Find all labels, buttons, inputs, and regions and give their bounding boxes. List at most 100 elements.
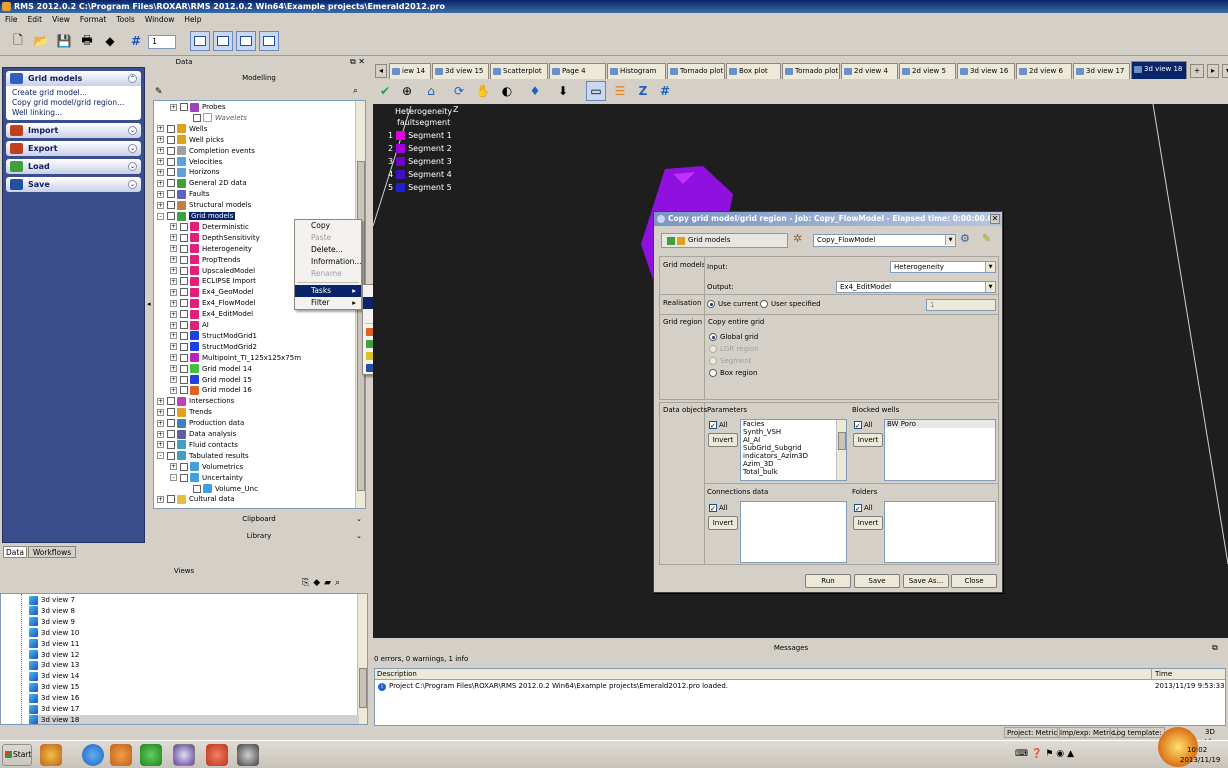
expand-icon[interactable]: + xyxy=(157,136,164,144)
expand-icon[interactable]: + xyxy=(170,376,177,383)
tree-item[interactable]: + Ex4_GeoModel xyxy=(170,287,254,298)
expand-icon[interactable]: + xyxy=(157,158,164,165)
tree-checkbox[interactable] xyxy=(167,397,175,406)
tree-item[interactable]: + Production data xyxy=(157,418,244,429)
tree-checkbox[interactable] xyxy=(167,212,175,220)
parameter-item[interactable]: AI_AI xyxy=(741,436,846,444)
job-type-field[interactable]: Grid models xyxy=(661,233,788,248)
messages-float-icon[interactable]: ⧉ xyxy=(1212,643,1218,653)
system-tray-icons[interactable]: ⌨❓⚑◉▲ xyxy=(1015,749,1077,759)
tree-item[interactable]: + Multipoint_TI_125x125x75m xyxy=(170,353,301,364)
save-button[interactable]: Save xyxy=(854,574,900,588)
job-settings-icon[interactable]: ✲ xyxy=(793,232,802,245)
tab-page-4[interactable]: Page 4 xyxy=(549,63,606,79)
blocked-wells-all-checkbox[interactable]: ✓ All xyxy=(854,421,873,430)
message-row[interactable]: i Project C:\Program Files\ROXAR\RMS 2012… xyxy=(378,682,728,691)
view-item[interactable]: 3d view 8 xyxy=(29,606,75,617)
tree-checkbox[interactable] xyxy=(167,135,175,144)
pan-icon[interactable]: ✋ xyxy=(473,81,493,101)
tree-item[interactable]: + Grid model 16 xyxy=(170,385,252,396)
chevron-icon[interactable]: ⌄ xyxy=(128,144,137,153)
parameters-all-checkbox[interactable]: ✓ All xyxy=(709,421,728,430)
tree-item[interactable]: + StructModGrid2 xyxy=(170,342,257,353)
expand-icon[interactable]: + xyxy=(170,310,177,318)
box-region-radio[interactable]: Box region xyxy=(709,369,757,377)
expand-icon[interactable]: + xyxy=(157,495,164,503)
segment-radio[interactable]: Segment xyxy=(709,357,752,365)
grid-icon[interactable]: # xyxy=(655,81,675,101)
nav-task-link[interactable]: Copy grid model/grid region... xyxy=(12,98,135,108)
menu-item-paste[interactable]: Paste xyxy=(295,232,361,244)
tree-checkbox[interactable] xyxy=(180,222,188,231)
tree-checkbox[interactable] xyxy=(180,353,188,362)
tree-item[interactable]: + Data analysis xyxy=(157,429,236,440)
tree-checkbox[interactable] xyxy=(180,277,188,286)
light-icon[interactable]: ♦ xyxy=(525,81,545,101)
tree-item[interactable]: + Trends xyxy=(157,407,212,418)
expand-icon[interactable]: + xyxy=(157,168,164,176)
folders-all-checkbox[interactable]: ✓ All xyxy=(854,504,873,513)
status-log-template[interactable]: Log template: xyxy=(1110,727,1165,738)
taskbar-app-icon-3[interactable] xyxy=(237,744,259,766)
global-grid-radio[interactable]: Global grid xyxy=(709,333,758,341)
menu-edit[interactable]: Edit xyxy=(23,13,48,26)
status-project-units[interactable]: Project: Metric xyxy=(1004,727,1061,738)
tree-item[interactable]: + DepthSensitivity xyxy=(170,233,260,244)
collapse-splitter-icon[interactable]: ◂ xyxy=(147,300,152,312)
tree-item[interactable]: Wavelets xyxy=(183,113,247,124)
tree-checkbox[interactable] xyxy=(167,408,175,417)
menu-window[interactable]: Window xyxy=(140,13,180,26)
tree-checkbox[interactable] xyxy=(167,451,175,460)
media-player-icon[interactable] xyxy=(110,744,132,766)
tree-item[interactable]: + Velocities xyxy=(157,157,222,168)
toggle-visibility-icon[interactable]: ✔ xyxy=(375,81,395,101)
expand-icon[interactable]: + xyxy=(170,354,177,362)
expand-icon[interactable]: + xyxy=(170,299,177,307)
expand-icon[interactable]: + xyxy=(170,223,177,231)
menu-file[interactable]: File xyxy=(0,13,23,26)
library-header[interactable]: Library xyxy=(150,531,368,542)
expand-icon[interactable]: + xyxy=(170,386,177,394)
nav-header-save[interactable]: Save ⌄ xyxy=(6,177,141,192)
expand-icon[interactable]: + xyxy=(157,408,164,416)
tab-workflows[interactable]: Workflows xyxy=(28,546,76,558)
tree-item[interactable]: - Grid models xyxy=(157,211,236,222)
parameter-item[interactable]: Azim_3D xyxy=(741,460,846,468)
expand-icon[interactable]: + xyxy=(170,288,177,296)
tabs-scroll-left-icon[interactable]: ◂ xyxy=(375,64,387,78)
home-icon[interactable]: ⌂ xyxy=(421,81,441,101)
expand-icon[interactable]: + xyxy=(170,321,177,329)
tree-item[interactable]: + Well picks xyxy=(157,135,224,146)
expand-icon[interactable]: + xyxy=(157,147,164,155)
connections-all-checkbox[interactable]: ✓ All xyxy=(709,504,728,513)
view-item[interactable]: 3d view 9 xyxy=(29,617,75,628)
clock-time[interactable]: 10:02 xyxy=(1187,746,1207,754)
layout-icon-4[interactable] xyxy=(259,31,279,51)
col-description[interactable]: Description xyxy=(377,670,417,678)
view-item[interactable]: 3d view 15 xyxy=(29,682,79,693)
tree-item[interactable]: + Faults xyxy=(157,189,209,200)
start-button[interactable]: Start xyxy=(2,744,32,766)
tree-checkbox[interactable] xyxy=(180,299,188,308)
nav-header-import[interactable]: Import ⌄ xyxy=(6,123,141,138)
ie-icon[interactable] xyxy=(82,744,104,766)
tree-item[interactable]: + Ex4_FlowModel xyxy=(170,298,256,309)
tree-item[interactable]: + Ex4_EditModel xyxy=(170,309,253,320)
folders-list[interactable] xyxy=(884,501,996,563)
parameter-item[interactable]: Total_bulk xyxy=(741,468,846,476)
tree-item[interactable]: + Volumetrics xyxy=(170,462,243,473)
print-icon[interactable]: 🖶 xyxy=(77,31,97,51)
tab-data[interactable]: Data xyxy=(3,546,27,558)
use-current-radio[interactable]: Use current xyxy=(707,300,759,308)
tree-checkbox[interactable] xyxy=(167,124,175,133)
view-item[interactable]: 3d view 10 xyxy=(29,628,79,639)
tree-checkbox[interactable] xyxy=(180,244,188,253)
camera-icon[interactable]: ◐ xyxy=(497,81,517,101)
save-icon[interactable]: 💾 xyxy=(54,31,74,51)
tree-checkbox[interactable] xyxy=(167,146,175,155)
tree-item[interactable]: + Heterogeneity xyxy=(170,244,252,255)
tree-checkbox[interactable] xyxy=(167,495,175,504)
menu-format[interactable]: Format xyxy=(75,13,111,26)
expand-icon[interactable]: + xyxy=(170,245,177,253)
tree-checkbox[interactable] xyxy=(167,157,175,166)
